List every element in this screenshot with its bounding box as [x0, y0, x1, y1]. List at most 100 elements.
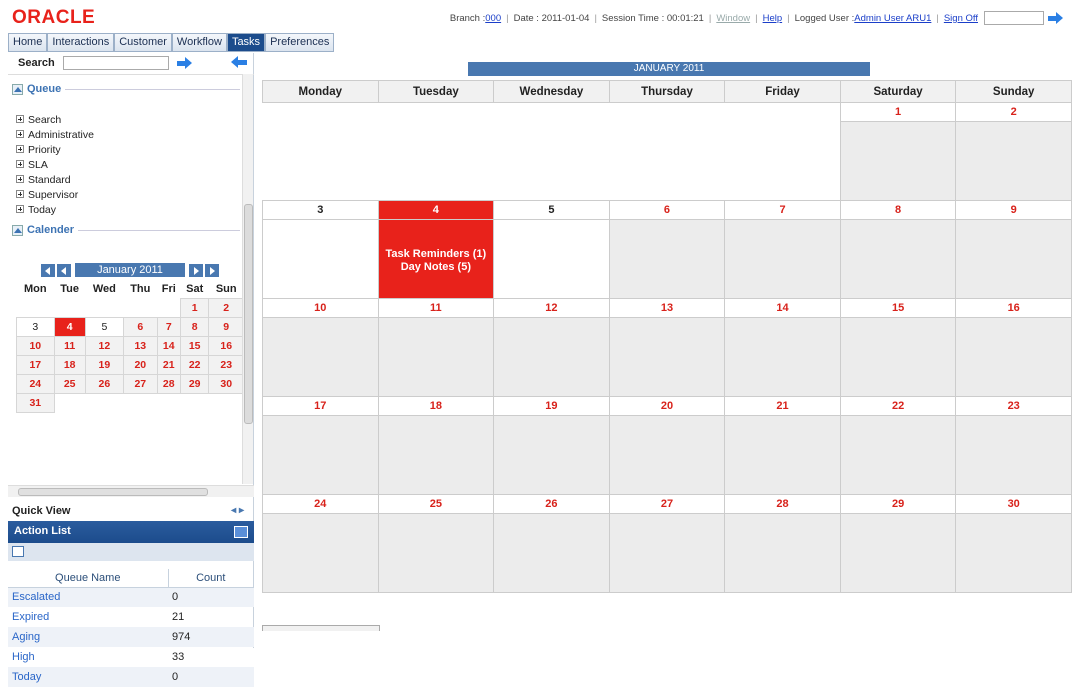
scroll-thumb[interactable] — [18, 488, 208, 496]
calendar-day-2[interactable]: 2 — [955, 102, 1072, 201]
expand-icon[interactable] — [16, 160, 24, 168]
tree-item-priority[interactable]: Priority — [16, 143, 254, 158]
calendar-day-8[interactable]: 8 — [839, 200, 957, 299]
queue-link-escalated[interactable]: Escalated — [8, 587, 168, 607]
mini-day-10[interactable]: 10 — [16, 335, 55, 356]
calendar-day-14[interactable]: 14 — [724, 298, 841, 397]
mini-day-23[interactable]: 23 — [208, 354, 244, 375]
collapse-icon[interactable] — [12, 224, 23, 236]
queue-link-expired[interactable]: Expired — [8, 607, 168, 627]
calendar-day-16[interactable]: 16 — [955, 298, 1072, 397]
next-year-icon[interactable] — [205, 263, 219, 277]
mini-day-2[interactable]: 2 — [208, 297, 244, 318]
tab-workflow[interactable]: Workflow — [171, 33, 227, 52]
mini-day-18[interactable]: 18 — [53, 354, 86, 375]
calendar-day-26[interactable]: 26 — [493, 494, 610, 593]
calendar-day-7[interactable]: 7 — [724, 200, 841, 299]
mini-day-19[interactable]: 19 — [84, 354, 125, 375]
tab-tasks[interactable]: Tasks — [226, 33, 266, 52]
calendar-day-17[interactable]: 17 — [262, 396, 379, 495]
mini-day-29[interactable]: 29 — [179, 373, 210, 394]
collapse-icon[interactable] — [12, 83, 23, 95]
user-link[interactable]: Admin User ARU1 — [854, 13, 931, 24]
mini-day-8[interactable]: 8 — [179, 316, 210, 337]
window-link[interactable]: Window — [716, 13, 750, 24]
refresh-icon[interactable] — [234, 526, 248, 538]
col-queue-name[interactable]: Queue Name — [8, 569, 169, 588]
mini-day-22[interactable]: 22 — [179, 354, 210, 375]
branch-link[interactable]: 000 — [485, 13, 501, 24]
mini-day-31[interactable]: 31 — [16, 392, 55, 413]
tree-item-standard[interactable]: Standard — [16, 173, 254, 188]
mini-day-25[interactable]: 25 — [53, 373, 86, 394]
calendar-day-30[interactable]: 30 — [955, 494, 1072, 593]
signoff-link[interactable]: Sign Off — [944, 13, 978, 24]
mini-day-3[interactable]: 3 — [16, 316, 55, 337]
tab-interactions[interactable]: Interactions — [47, 33, 115, 52]
mini-day-16[interactable]: 16 — [208, 335, 244, 356]
help-link[interactable]: Help — [763, 13, 783, 24]
tree-item-sla[interactable]: SLA — [16, 158, 254, 173]
calendar-day-29[interactable]: 29 — [839, 494, 957, 593]
calendar-day-3[interactable]: 3 — [262, 200, 379, 299]
search-go-icon[interactable] — [176, 57, 193, 69]
global-search-input[interactable] — [984, 11, 1044, 25]
quick-view-nav-icon[interactable]: ◂ ▸ — [231, 503, 244, 519]
calendar-day-10[interactable]: 10 — [262, 298, 379, 397]
tree-item-supervisor[interactable]: Supervisor — [16, 188, 254, 203]
mini-day-13[interactable]: 13 — [123, 335, 158, 356]
expand-icon[interactable] — [16, 145, 24, 153]
prev-month-icon[interactable] — [57, 263, 71, 277]
day-notes-link[interactable]: Day Notes (5) — [379, 261, 494, 274]
calendar-day-27[interactable]: 27 — [608, 494, 726, 593]
queue-link-high[interactable]: High — [8, 647, 168, 667]
tab-home[interactable]: Home — [8, 33, 48, 52]
sidebar-vertical-scrollbar[interactable] — [242, 74, 253, 484]
mini-day-24[interactable]: 24 — [16, 373, 55, 394]
mini-day-30[interactable]: 30 — [208, 373, 244, 394]
queue-section-header[interactable]: Queue — [8, 81, 254, 97]
calendar-day-9[interactable]: 9 — [955, 200, 1072, 299]
collapse-arrow-icon[interactable] — [231, 56, 247, 68]
mini-day-14[interactable]: 14 — [156, 335, 181, 356]
mini-day-28[interactable]: 28 — [156, 373, 181, 394]
queue-link-aging[interactable]: Aging — [8, 627, 168, 647]
calendar-day-5[interactable]: 5 — [493, 200, 610, 299]
calendar-day-24[interactable]: 24 — [262, 494, 379, 593]
calendar-section-header[interactable]: Calender — [8, 222, 254, 238]
calendar-day-28[interactable]: 28 — [724, 494, 841, 593]
mini-day-11[interactable]: 11 — [53, 335, 86, 356]
calendar-day-18[interactable]: 18 — [377, 396, 495, 495]
tab-customer[interactable]: Customer — [114, 33, 172, 52]
mini-day-5[interactable]: 5 — [84, 316, 125, 337]
mini-day-4[interactable]: 4 — [53, 316, 86, 337]
mini-day-26[interactable]: 26 — [84, 373, 125, 394]
task-reminders-link[interactable]: Task Reminders (1) — [379, 248, 494, 261]
mini-day-12[interactable]: 12 — [84, 335, 125, 356]
tab-preferences[interactable]: Preferences — [265, 33, 335, 52]
mini-day-17[interactable]: 17 — [16, 354, 55, 375]
expand-icon[interactable] — [16, 175, 24, 183]
expand-icon[interactable] — [16, 115, 24, 123]
expand-icon[interactable] — [16, 190, 24, 198]
calendar-day-25[interactable]: 25 — [377, 494, 495, 593]
calendar-day-13[interactable]: 13 — [608, 298, 726, 397]
prev-year-icon[interactable] — [41, 263, 55, 277]
tree-item-administrative[interactable]: Administrative — [16, 128, 254, 143]
calendar-day-4[interactable]: 4 Task Reminders (1) Day Notes (5) — [377, 200, 495, 299]
calendar-day-1[interactable]: 1 — [839, 102, 957, 201]
col-count[interactable]: Count — [168, 569, 254, 588]
mini-day-1[interactable]: 1 — [179, 297, 210, 318]
search-input[interactable] — [62, 56, 169, 70]
mini-day-21[interactable]: 21 — [156, 354, 181, 375]
mini-day-15[interactable]: 15 — [179, 335, 210, 356]
calendar-day-21[interactable]: 21 — [724, 396, 841, 495]
tree-item-search[interactable]: Search — [16, 113, 254, 128]
calendar-day-6[interactable]: 6 — [608, 200, 726, 299]
scroll-thumb[interactable] — [244, 204, 253, 424]
calendar-day-12[interactable]: 12 — [493, 298, 610, 397]
calendar-day-22[interactable]: 22 — [839, 396, 957, 495]
mini-day-7[interactable]: 7 — [156, 316, 181, 337]
calendar-day-11[interactable]: 11 — [377, 298, 495, 397]
list-view-icon[interactable] — [12, 546, 24, 557]
